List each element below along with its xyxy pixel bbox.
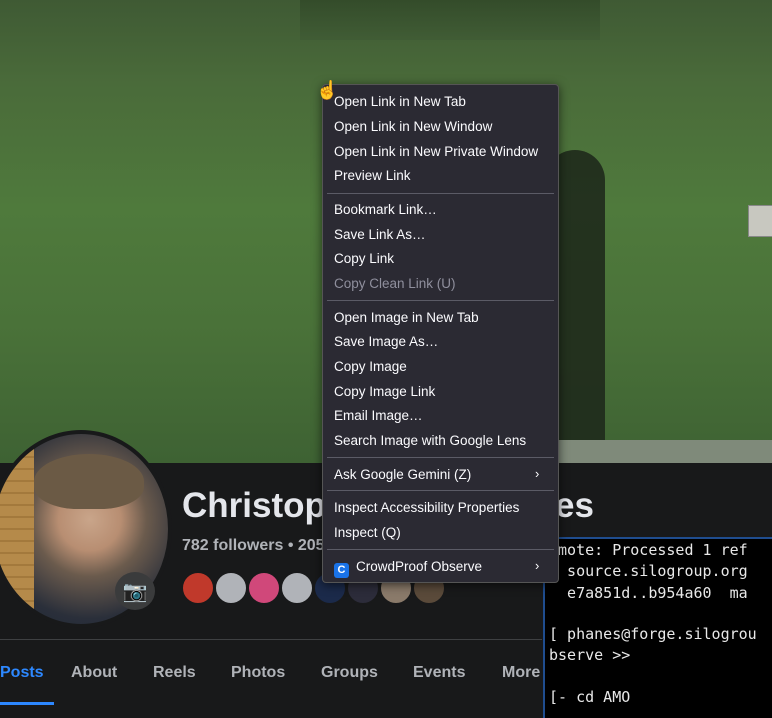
menu-copy-image-link[interactable]: Copy Image Link: [334, 380, 435, 404]
active-tab-indicator: [0, 702, 54, 705]
menu-separator: [327, 300, 554, 301]
menu-bookmark-link[interactable]: Bookmark Link…: [334, 198, 437, 222]
menu-ask-google-gemini[interactable]: Ask Google Gemini (Z): [334, 463, 471, 487]
submenu-arrow-icon: ›: [535, 558, 540, 573]
menu-preview-link[interactable]: Preview Link: [334, 164, 411, 188]
friend-avatar[interactable]: [247, 571, 281, 605]
terminal-window[interactable]: emote: Processed 1 ref o source.silogrou…: [543, 537, 772, 718]
avatar-background-wall: [0, 434, 34, 624]
menu-open-link-new-window[interactable]: Open Link in New Window: [334, 115, 492, 139]
cover-tree-line: [300, 0, 600, 40]
context-menu: Open Link in New Tab Open Link in New Wi…: [322, 84, 559, 583]
hand-pointer-icon: ☝: [316, 80, 339, 100]
tab-posts[interactable]: Posts: [0, 655, 71, 693]
avatar-hat: [34, 454, 144, 509]
menu-separator: [327, 490, 554, 491]
menu-crowdproof-observe[interactable]: C CrowdProof Observe: [334, 555, 482, 579]
friend-avatar[interactable]: [214, 571, 248, 605]
terminal-line: [ phanes@forge.silogrou: [549, 625, 757, 643]
update-avatar-button[interactable]: 📷: [115, 572, 155, 610]
terminal-line: o source.silogroup.org: [549, 562, 748, 580]
menu-crowdproof-label: CrowdProof Observe: [356, 559, 483, 574]
menu-copy-link[interactable]: Copy Link: [334, 247, 394, 271]
tabs-divider: [0, 639, 542, 640]
menu-inspect[interactable]: Inspect (Q): [334, 521, 401, 545]
terminal-line: e7a851d..b954a60 ma: [549, 584, 748, 602]
menu-open-link-private-window[interactable]: Open Link in New Private Window: [334, 140, 538, 164]
tab-about[interactable]: About: [71, 655, 153, 693]
followers-count[interactable]: 782 followers • 205: [182, 537, 325, 555]
menu-email-image[interactable]: Email Image…: [334, 404, 423, 428]
tab-reels[interactable]: Reels: [153, 655, 231, 693]
menu-inspect-accessibility[interactable]: Inspect Accessibility Properties: [334, 496, 519, 520]
menu-copy-clean-link: Copy Clean Link (U): [334, 276, 456, 291]
terminal-line: [- cd AMO: [549, 688, 631, 706]
friend-avatar[interactable]: [280, 571, 314, 605]
tab-events[interactable]: Events: [413, 655, 502, 693]
tab-photos[interactable]: Photos: [231, 655, 321, 693]
camera-icon: 📷: [122, 580, 148, 603]
profile-name-tail: es: [555, 486, 594, 525]
tab-groups[interactable]: Groups: [321, 655, 413, 693]
friend-avatar[interactable]: [181, 571, 215, 605]
terminal-line: bserve >>: [549, 646, 631, 664]
profile-name: Christop: [182, 486, 326, 525]
menu-separator: [327, 457, 554, 458]
tab-more[interactable]: More: [502, 655, 542, 693]
terminal-line: emote: Processed 1 ref: [549, 541, 748, 559]
menu-open-link-new-tab[interactable]: Open Link in New Tab: [334, 90, 466, 114]
crowdproof-icon: C: [334, 563, 349, 578]
menu-search-image-google-lens[interactable]: Search Image with Google Lens: [334, 429, 526, 453]
submenu-arrow-icon: ›: [535, 466, 540, 481]
menu-separator: [327, 549, 554, 550]
menu-copy-image[interactable]: Copy Image: [334, 355, 407, 379]
menu-open-image-new-tab[interactable]: Open Image in New Tab: [334, 306, 479, 330]
profile-tabs: Posts About Reels Photos Groups Events M…: [0, 655, 542, 695]
menu-save-image-as[interactable]: Save Image As…: [334, 330, 438, 354]
cover-mailbox: [748, 205, 772, 237]
menu-save-link-as[interactable]: Save Link As…: [334, 223, 426, 247]
menu-separator: [327, 193, 554, 194]
cover-sidewalk: [540, 440, 772, 463]
